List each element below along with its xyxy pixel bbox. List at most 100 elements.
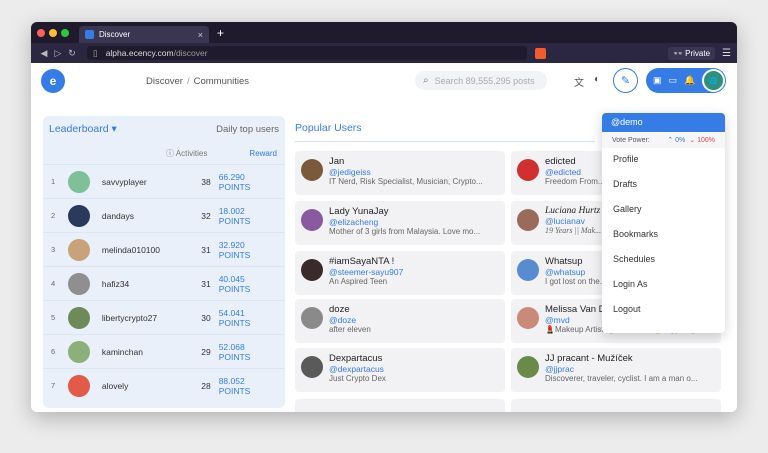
user-card-name: edicted <box>545 156 576 167</box>
close-window-dot[interactable] <box>37 28 45 37</box>
avatar[interactable] <box>301 209 323 231</box>
avatar[interactable] <box>68 170 90 193</box>
username[interactable]: libertycrypto27 <box>102 313 186 323</box>
avatar[interactable] <box>68 238 90 261</box>
user-card-handle[interactable]: @jjprac <box>545 364 698 374</box>
rank: 7 <box>51 381 56 390</box>
username[interactable]: alovely <box>102 381 186 391</box>
user-card-handle[interactable]: @edicted <box>545 167 605 177</box>
user-avatar[interactable]: 🌐 <box>702 69 725 92</box>
reload-icon[interactable]: ↻ <box>65 48 79 59</box>
user-card[interactable]: Jan @jedigeiss IT Nerd, Risk Specialist, M… <box>295 151 505 195</box>
user-card-handle[interactable]: @lucianav <box>545 216 601 226</box>
avatar[interactable] <box>517 159 539 181</box>
avatar[interactable] <box>517 307 539 329</box>
activity-score: 29 <box>201 346 211 357</box>
reward-points: 32.920 POINTS <box>218 239 251 260</box>
address-bar[interactable]: ▯ alpha.ecency.com/discover <box>87 46 527 60</box>
menu-item-drafts[interactable]: Drafts <box>602 173 725 198</box>
bell-icon[interactable]: 🔔 <box>684 75 695 86</box>
avatar[interactable] <box>68 374 90 397</box>
user-card-handle[interactable]: @steemer-sayu907 <box>329 267 403 277</box>
avatar[interactable] <box>68 340 90 363</box>
avatar[interactable] <box>68 306 90 329</box>
maximize-window-dot[interactable] <box>61 28 69 37</box>
avatar[interactable] <box>517 259 539 281</box>
leaderboard-row[interactable]: 7 alovely 28 88.052 POINTS <box>43 368 285 402</box>
create-post-button[interactable]: ✎ <box>613 68 638 93</box>
avatar[interactable] <box>301 159 323 181</box>
url-host: alpha.ecency.com <box>105 48 174 58</box>
avatar[interactable] <box>517 209 539 231</box>
back-icon[interactable]: ◀ <box>37 48 51 59</box>
menu-item-gallery[interactable]: Gallery <box>602 198 725 223</box>
breadcrumb-communities[interactable]: Communities <box>194 76 249 87</box>
user-card[interactable]: #iamSayaNTA ! @steemer-sayu907 An Aspired … <box>295 251 505 295</box>
menu-item-logout[interactable]: Logout <box>602 298 725 323</box>
user-card[interactable]: JJ pracant - Mužíček @jjprac Discoverer, t… <box>511 348 721 392</box>
ecency-logo-icon[interactable]: e <box>41 69 65 93</box>
private-label: Private <box>685 48 711 58</box>
brave-shield-icon[interactable] <box>535 47 546 59</box>
bookmark-icon[interactable]: ▯ <box>93 48 98 59</box>
browser-tab[interactable]: Discover × <box>79 26 209 43</box>
leaderboard-title-dropdown[interactable]: Leaderboard ▾ <box>49 123 117 135</box>
username[interactable]: kaminchan <box>102 347 186 357</box>
avatar[interactable] <box>301 356 323 378</box>
reward-points: 18.002 POINTS <box>218 205 251 226</box>
avatar[interactable] <box>301 259 323 281</box>
breadcrumb-discover[interactable]: Discover <box>146 76 183 87</box>
leaderboard-columns: ⓘ Activities Reward <box>43 142 285 164</box>
avatar[interactable] <box>68 204 90 227</box>
user-card[interactable]: Lady YunaJay @elizacheng Mother of 3 girls… <box>295 201 505 245</box>
reward-points: 66.290 POINTS <box>218 171 251 192</box>
username[interactable]: melinda010100 <box>102 245 186 255</box>
user-card-handle[interactable]: @jedigeiss <box>329 167 483 177</box>
avatar[interactable] <box>517 356 539 378</box>
minimize-window-dot[interactable] <box>49 28 57 37</box>
avatar[interactable] <box>301 307 323 329</box>
user-card-handle[interactable]: @dexpartacus <box>329 364 386 374</box>
leaderboard-row[interactable]: 4 hafiz34 31 40.045 POINTS <box>43 266 285 300</box>
search-input[interactable]: ⌕ Search 89,555,295 posts <box>415 71 547 90</box>
vote-power-label: Vote Power: <box>612 136 650 144</box>
user-card-handle[interactable]: @doze <box>329 315 371 325</box>
user-card-handle[interactable]: @whatsup <box>545 267 606 277</box>
reward-points: 54.041 POINTS <box>218 307 251 328</box>
popular-users-divider <box>295 141 595 142</box>
leaderboard-row[interactable]: 6 kaminchan 29 52.068 POINTS <box>43 334 285 368</box>
leaderboard-row[interactable]: 2 dandays 32 18.002 POINTS <box>43 198 285 232</box>
leaderboard-row[interactable]: 1 savvyplayer 38 66.290 POINTS <box>43 164 285 198</box>
browser-menu-icon[interactable]: ☰ <box>722 48 731 59</box>
site-header: e Discover / Communities ⌕ Search 89,555,2… <box>31 63 737 99</box>
menu-item-profile[interactable]: Profile <box>602 148 725 173</box>
leaderboard-row[interactable]: 3 melinda010100 31 32.920 POINTS <box>43 232 285 266</box>
wallet-icon[interactable]: ▣ <box>653 75 662 86</box>
user-card[interactable]: Dexpartacus @dexpartacus Just Crypto Dex <box>295 348 505 392</box>
reward-header: Reward <box>249 148 277 158</box>
close-tab-icon[interactable]: × <box>198 30 203 40</box>
search-placeholder: Search 89,555,295 posts <box>434 75 535 86</box>
leaderboard-row[interactable]: 5 libertycrypto27 30 54.041 POINTS <box>43 300 285 334</box>
new-tab-button[interactable]: + <box>217 26 224 40</box>
translate-icon[interactable]: 文 <box>574 74 584 89</box>
theme-toggle-icon[interactable]: ◐ <box>594 74 600 85</box>
forward-icon[interactable]: ▷ <box>51 48 65 59</box>
menu-username[interactable]: @demo <box>602 113 725 132</box>
username[interactable]: savvyplayer <box>102 177 186 187</box>
username[interactable]: dandays <box>102 211 186 221</box>
user-card[interactable] <box>511 399 721 412</box>
activities-header: ⓘ Activities <box>166 148 208 158</box>
card-icon[interactable]: ▭ <box>669 75 678 86</box>
menu-item-bookmarks[interactable]: Bookmarks <box>602 223 725 248</box>
menu-item-schedules[interactable]: Schedules <box>602 248 725 273</box>
reward-points: 40.045 POINTS <box>218 273 251 294</box>
menu-item-login-as[interactable]: Login As <box>602 273 725 298</box>
user-card-handle[interactable]: @elizacheng <box>329 217 480 227</box>
username[interactable]: hafiz34 <box>102 279 186 289</box>
search-icon: ⌕ <box>423 75 429 86</box>
avatar[interactable] <box>68 272 90 295</box>
user-card-bio: Just Crypto Dex <box>329 374 386 383</box>
user-card[interactable]: doze @doze after eleven <box>295 299 505 343</box>
user-card[interactable] <box>295 399 505 412</box>
